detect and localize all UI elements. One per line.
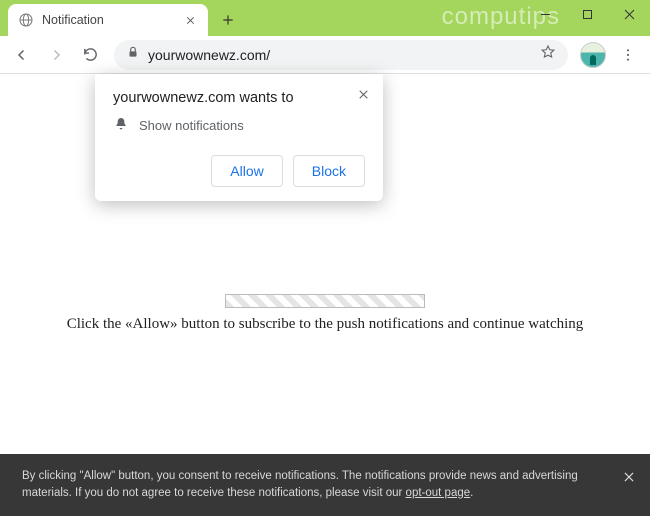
consent-close-button[interactable] — [622, 468, 636, 492]
reload-button[interactable] — [74, 39, 106, 71]
url-text: yourwownewz.com/ — [148, 47, 540, 63]
consent-text-prefix: By clicking "Allow" button, you consent … — [22, 470, 578, 499]
minimize-button[interactable] — [524, 0, 566, 28]
block-button[interactable]: Block — [293, 155, 365, 187]
loading-bar — [225, 294, 425, 308]
profile-avatar[interactable] — [580, 42, 606, 68]
forward-button[interactable] — [40, 39, 72, 71]
consent-banner: By clicking "Allow" button, you consent … — [0, 454, 650, 516]
address-bar[interactable]: yourwownewz.com/ — [114, 40, 568, 70]
notification-permission-popup: yourwownewz.com wants to Show notificati… — [95, 74, 383, 201]
bell-icon — [113, 116, 129, 135]
window-controls — [524, 0, 650, 28]
page-viewport: yourwownewz.com wants to Show notificati… — [0, 74, 650, 516]
lock-icon — [126, 45, 140, 64]
browser-tab[interactable]: Notification — [8, 4, 208, 36]
browser-toolbar: yourwownewz.com/ — [0, 36, 650, 74]
permission-capability-text: Show notifications — [139, 118, 244, 133]
allow-button[interactable]: Allow — [211, 155, 282, 187]
permission-origin-text: yourwownewz.com wants to — [113, 90, 365, 106]
back-button[interactable] — [6, 39, 38, 71]
window-titlebar: computips Notification — [0, 0, 650, 36]
tab-close-button[interactable] — [182, 12, 198, 28]
bookmark-star-icon[interactable] — [540, 44, 556, 65]
globe-icon — [18, 12, 34, 28]
page-instruction-text: Click the «Allow» button to subscribe to… — [0, 316, 650, 333]
popup-close-button[interactable] — [353, 84, 373, 104]
consent-text-suffix: . — [470, 487, 473, 499]
tab-title: Notification — [42, 13, 182, 27]
menu-button[interactable] — [612, 39, 644, 71]
opt-out-link[interactable]: opt-out page — [406, 487, 471, 499]
maximize-button[interactable] — [566, 0, 608, 28]
window-close-button[interactable] — [608, 0, 650, 28]
new-tab-button[interactable] — [214, 6, 242, 34]
